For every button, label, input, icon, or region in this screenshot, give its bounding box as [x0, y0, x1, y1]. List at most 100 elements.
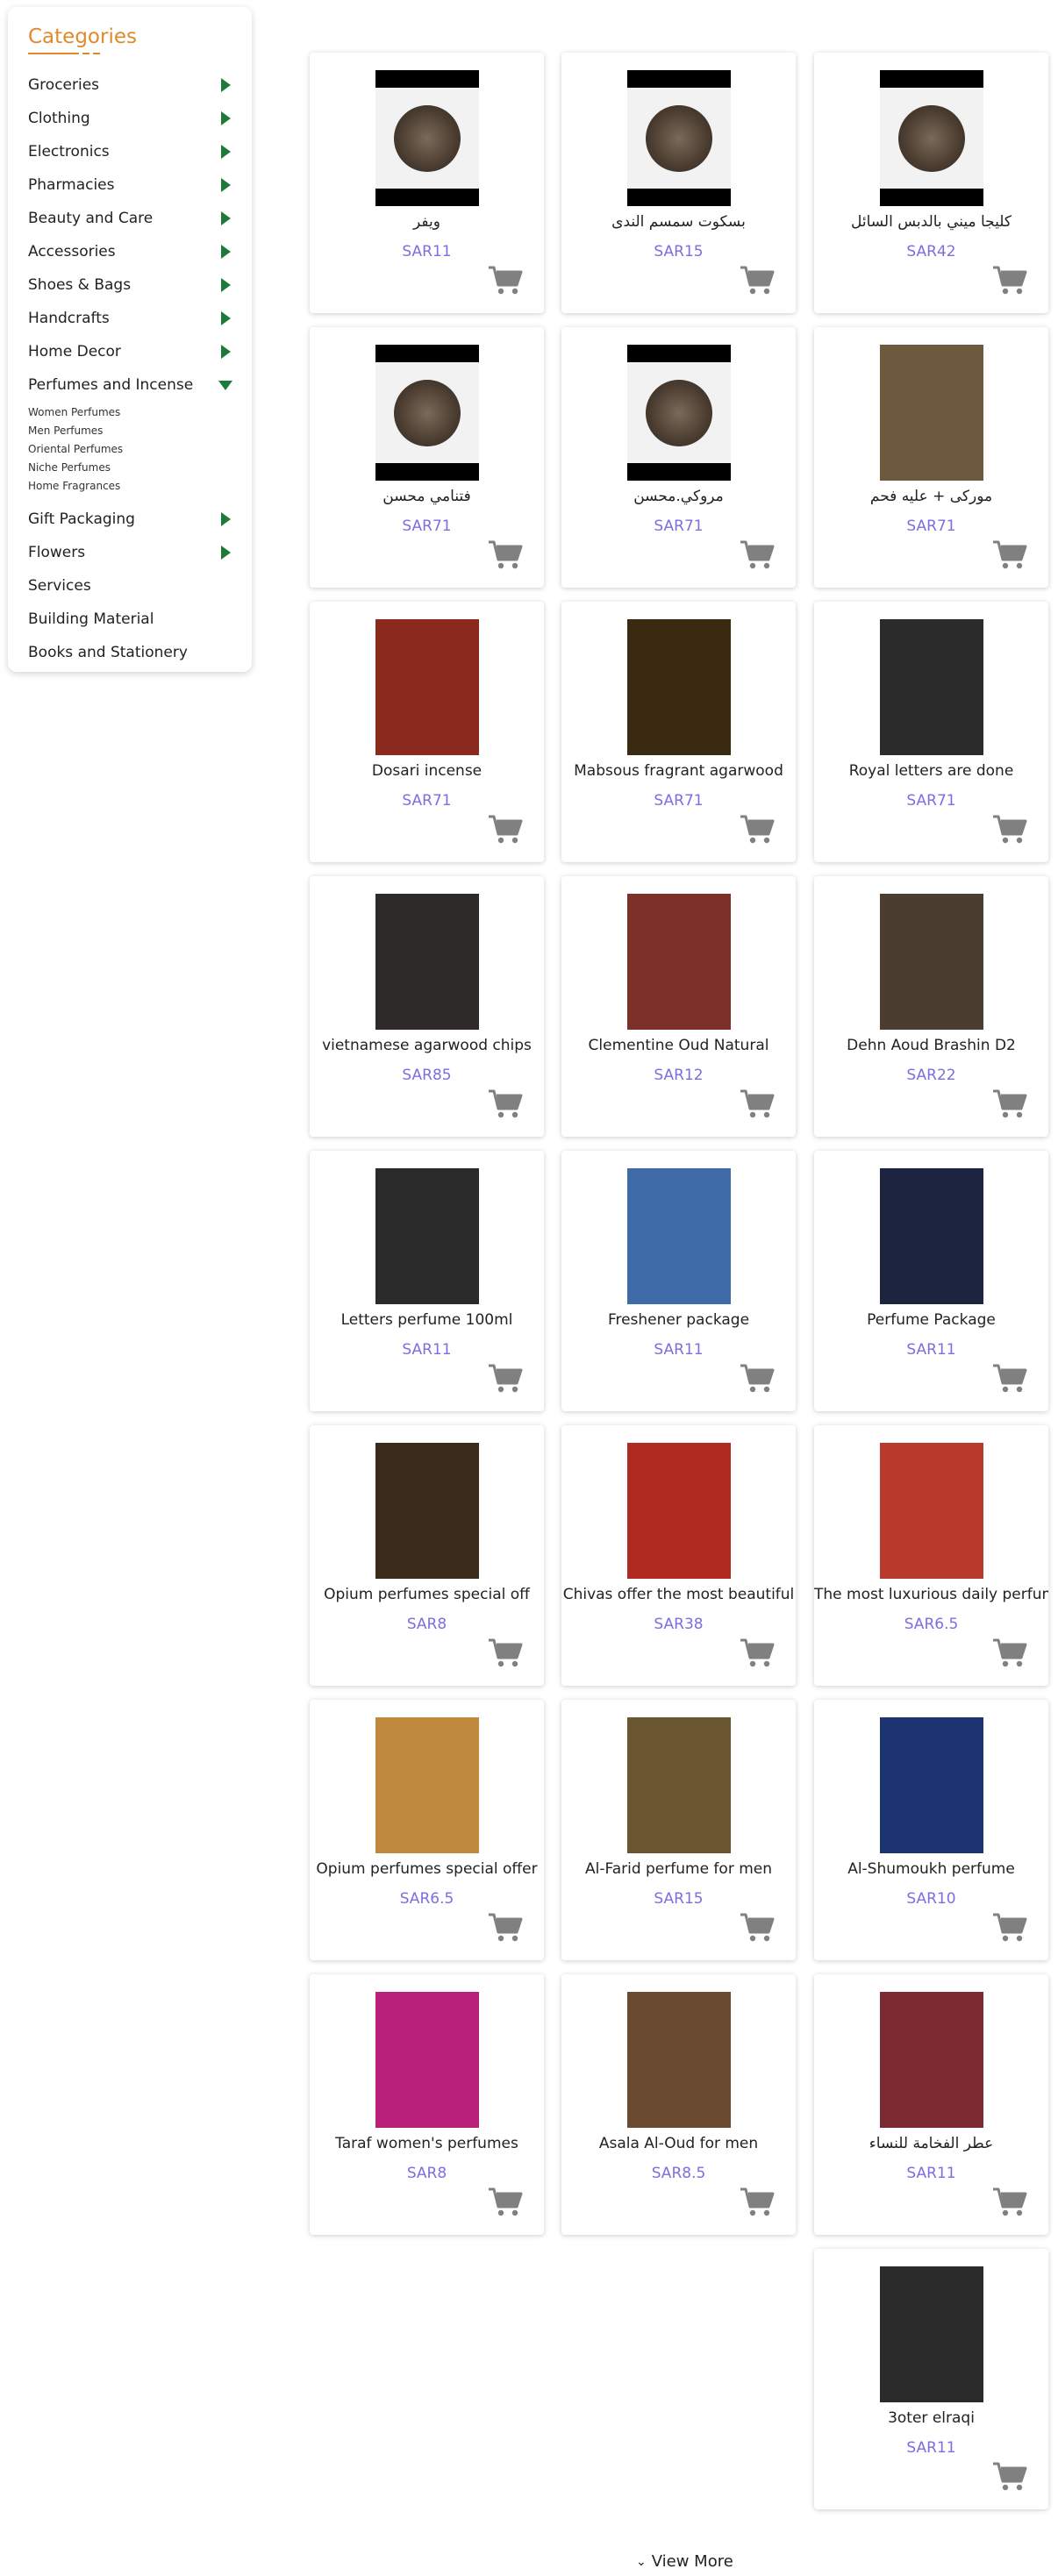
category-item[interactable]: Accessories	[28, 235, 234, 268]
category-item[interactable]: Groceries	[28, 68, 234, 102]
product-card[interactable]: موركى + عليه فحم SAR71	[814, 327, 1048, 588]
product-image[interactable]	[375, 1992, 479, 2128]
product-name[interactable]: Dehn Aoud Brashin D2	[814, 1037, 1048, 1054]
product-name[interactable]: فتنامي محسن	[310, 488, 544, 505]
add-to-cart-icon[interactable]	[992, 1363, 1027, 1395]
caret-right-icon[interactable]	[221, 211, 231, 225]
product-name[interactable]: Al-Shumoukh perfume	[814, 1860, 1048, 1878]
category-item[interactable]: Building Material	[28, 603, 234, 636]
product-name[interactable]: vietnamese agarwood chips	[310, 1037, 544, 1054]
product-image[interactable]	[627, 1443, 731, 1579]
subcategory-item[interactable]: Niche Perfumes	[28, 459, 234, 477]
product-image[interactable]	[880, 2266, 983, 2402]
add-to-cart-icon[interactable]	[992, 2187, 1027, 2218]
add-to-cart-icon[interactable]	[488, 539, 523, 571]
caret-right-icon[interactable]	[221, 111, 231, 125]
product-card[interactable]: ويفر SAR11	[310, 53, 544, 313]
category-item[interactable]: Books and Stationery	[28, 636, 234, 669]
add-to-cart-icon[interactable]	[740, 2187, 775, 2218]
add-to-cart-icon[interactable]	[740, 1912, 775, 1944]
product-image[interactable]	[880, 1443, 983, 1579]
caret-right-icon[interactable]	[221, 78, 231, 92]
add-to-cart-icon[interactable]	[992, 265, 1027, 296]
caret-right-icon[interactable]	[221, 512, 231, 526]
category-item[interactable]: Flowers	[28, 536, 234, 569]
product-image[interactable]	[627, 1168, 731, 1304]
product-name[interactable]: Letters perfume 100ml	[310, 1311, 544, 1329]
category-item[interactable]: Home Decor	[28, 335, 234, 368]
subcategory-item[interactable]: Oriental Perfumes	[28, 440, 234, 459]
caret-right-icon[interactable]	[221, 178, 231, 192]
add-to-cart-icon[interactable]	[488, 1638, 523, 1669]
product-card[interactable]: Letters perfume 100ml SAR11	[310, 1151, 544, 1411]
product-image[interactable]	[880, 345, 983, 481]
category-item[interactable]: Gift Packaging	[28, 503, 234, 536]
product-card[interactable]: Asala Al-Oud for men SAR8.5	[561, 1974, 796, 2235]
product-name[interactable]: كليجا ميني بالدبس السائل	[814, 213, 1048, 231]
product-image[interactable]	[627, 345, 731, 481]
add-to-cart-icon[interactable]	[488, 1088, 523, 1120]
subcategory-item[interactable]: Women Perfumes	[28, 403, 234, 422]
add-to-cart-icon[interactable]	[488, 1363, 523, 1395]
product-name[interactable]: Al-Farid perfume for men	[561, 1860, 796, 1878]
product-image[interactable]	[880, 1717, 983, 1853]
product-card[interactable]: Chivas offer the most beautiful SAR38	[561, 1425, 796, 1686]
product-name[interactable]: Perfume Package	[814, 1311, 1048, 1329]
caret-right-icon[interactable]	[221, 546, 231, 560]
product-card[interactable]: كليجا ميني بالدبس السائل SAR42	[814, 53, 1048, 313]
add-to-cart-icon[interactable]	[740, 539, 775, 571]
product-image[interactable]	[627, 1992, 731, 2128]
product-card[interactable]: Freshener package SAR11	[561, 1151, 796, 1411]
view-more-button[interactable]: ⌄ View More	[636, 2552, 733, 2571]
product-image[interactable]	[880, 894, 983, 1030]
add-to-cart-icon[interactable]	[488, 1912, 523, 1944]
caret-down-icon[interactable]	[218, 380, 232, 390]
caret-right-icon[interactable]	[221, 311, 231, 325]
product-image[interactable]	[880, 1992, 983, 2128]
category-item[interactable]: Beauty and Care	[28, 202, 234, 235]
category-item[interactable]: Shoes & Bags	[28, 268, 234, 302]
product-card[interactable]: Perfume Package SAR11	[814, 1151, 1048, 1411]
product-name[interactable]: عطر الفخامة للنساء	[814, 2135, 1048, 2152]
category-item[interactable]: Perfumes and Incense	[28, 368, 234, 402]
product-image[interactable]	[375, 70, 479, 206]
product-name[interactable]: Clementine Oud Natural	[561, 1037, 796, 1054]
product-name[interactable]: ويفر	[310, 213, 544, 231]
product-card[interactable]: The most luxurious daily perfum SAR6.5	[814, 1425, 1048, 1686]
subcategory-item[interactable]: Men Perfumes	[28, 422, 234, 440]
product-name[interactable]: بسكوت سمسم الندى	[561, 213, 796, 231]
product-name[interactable]: Chivas offer the most beautiful	[561, 1586, 796, 1603]
product-card[interactable]: Clementine Oud Natural SAR12	[561, 876, 796, 1137]
product-image[interactable]	[375, 1443, 479, 1579]
add-to-cart-icon[interactable]	[740, 1638, 775, 1669]
product-image[interactable]	[375, 1717, 479, 1853]
product-name[interactable]: Freshener package	[561, 1311, 796, 1329]
product-image[interactable]	[880, 619, 983, 755]
product-image[interactable]	[880, 1168, 983, 1304]
add-to-cart-icon[interactable]	[992, 814, 1027, 846]
category-item[interactable]: Clothing	[28, 102, 234, 135]
category-item[interactable]: Handcrafts	[28, 302, 234, 335]
caret-right-icon[interactable]	[221, 345, 231, 359]
add-to-cart-icon[interactable]	[992, 1912, 1027, 1944]
product-card[interactable]: Taraf women's perfumes SAR8	[310, 1974, 544, 2235]
product-name[interactable]: مروكي.محسن	[561, 488, 796, 505]
product-name[interactable]: Asala Al-Oud for men	[561, 2135, 796, 2152]
product-name[interactable]: Mabsous fragrant agarwood	[561, 762, 796, 780]
add-to-cart-icon[interactable]	[992, 2461, 1027, 2493]
product-image[interactable]	[627, 894, 731, 1030]
product-card[interactable]: Royal letters are done SAR71	[814, 602, 1048, 862]
product-card[interactable]: فتنامي محسن SAR71	[310, 327, 544, 588]
product-card[interactable]: Dehn Aoud Brashin D2 SAR22	[814, 876, 1048, 1137]
category-item[interactable]: Pharmacies	[28, 168, 234, 202]
add-to-cart-icon[interactable]	[992, 1088, 1027, 1120]
product-image[interactable]	[627, 70, 731, 206]
add-to-cart-icon[interactable]	[740, 814, 775, 846]
product-name[interactable]: Opium perfumes special off	[310, 1586, 544, 1603]
product-name[interactable]: 3oter elraqi	[814, 2409, 1048, 2427]
product-card[interactable]: بسكوت سمسم الندى SAR15	[561, 53, 796, 313]
product-card[interactable]: Opium perfumes special off SAR8	[310, 1425, 544, 1686]
product-image[interactable]	[880, 70, 983, 206]
product-card[interactable]: Al-Farid perfume for men SAR15	[561, 1700, 796, 1960]
product-card[interactable]: Opium perfumes special offer SAR6.5	[310, 1700, 544, 1960]
